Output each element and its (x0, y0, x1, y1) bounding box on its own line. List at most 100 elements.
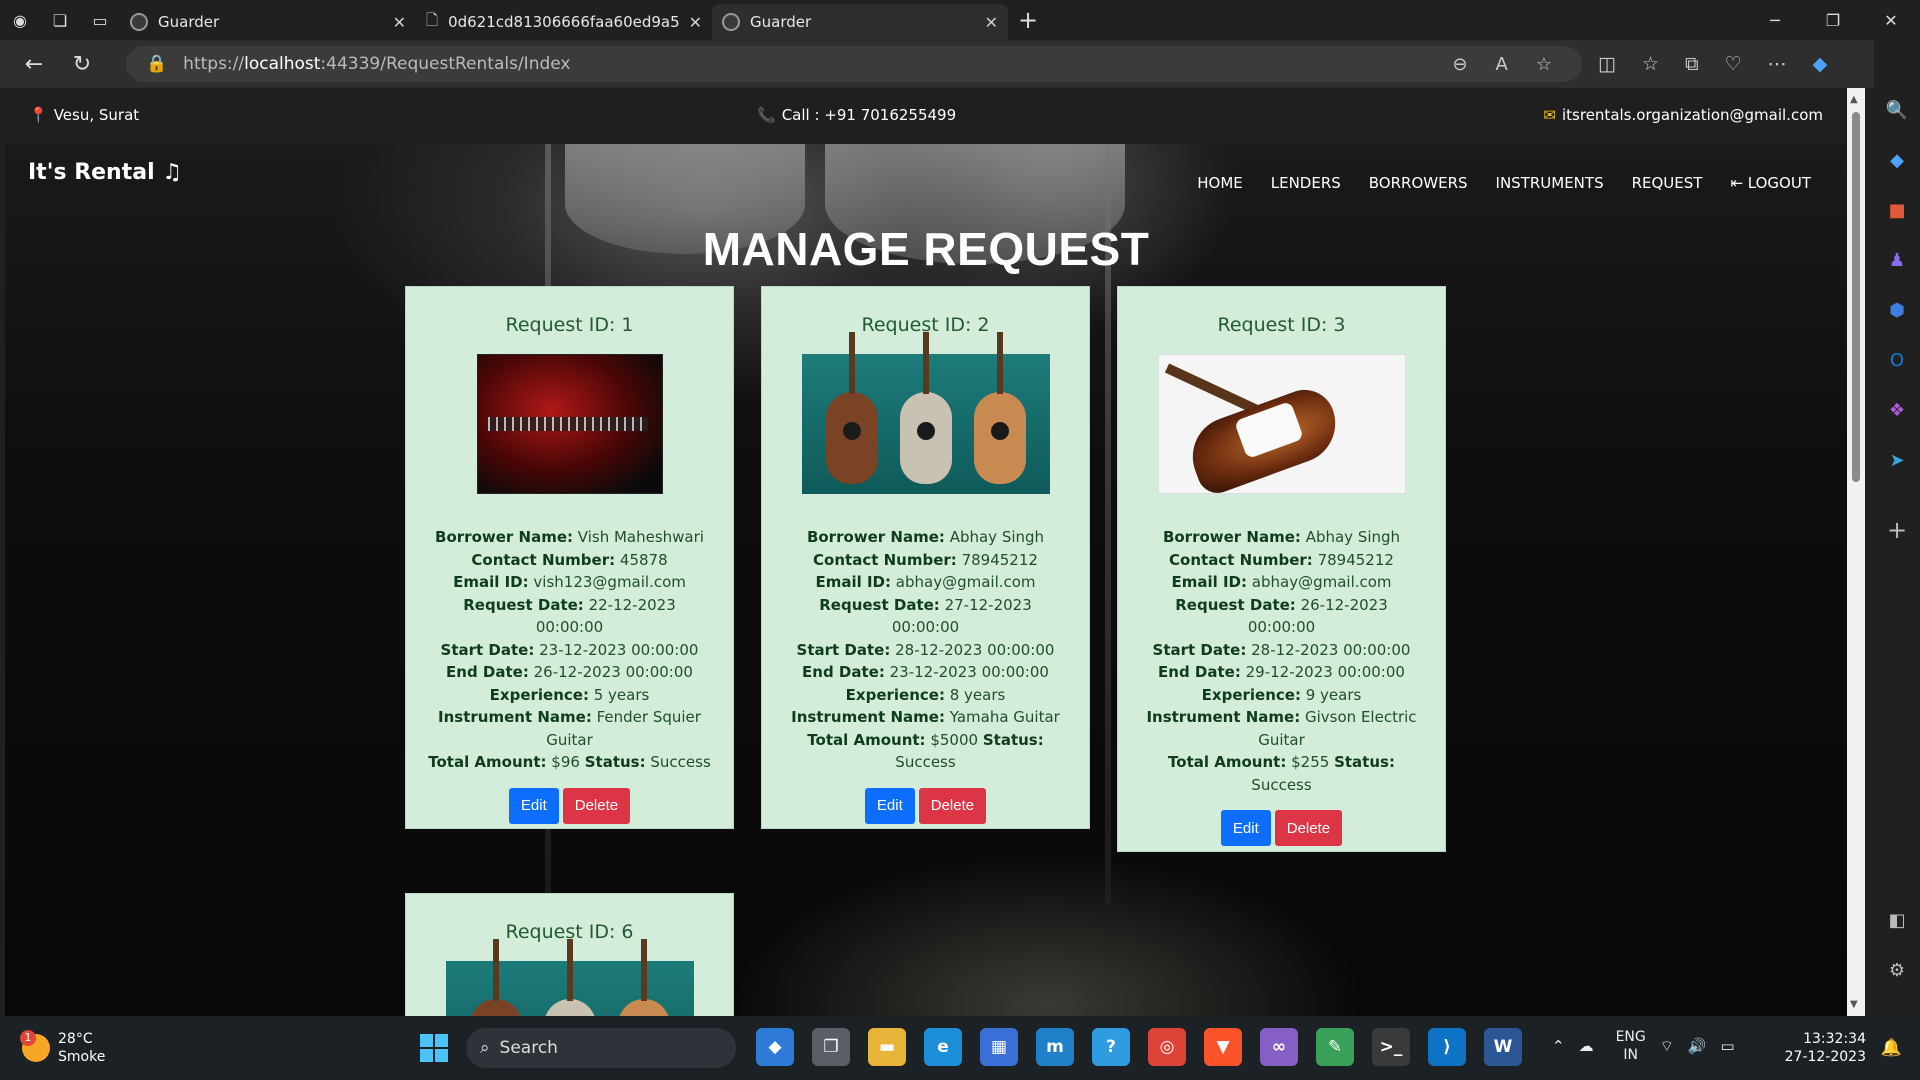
close-tab-icon[interactable]: ✕ (393, 13, 406, 32)
nav-lenders[interactable]: LENDERS (1271, 174, 1341, 192)
taskbar-search[interactable]: ⌕ Search (466, 1028, 736, 1068)
guitar-shape (825, 332, 878, 484)
battery-icon[interactable]: ▭ (1721, 1037, 1735, 1055)
settings-icon[interactable]: ⚙ (1883, 956, 1911, 984)
app-vscode-icon[interactable]: ⟩ (1428, 1028, 1466, 1066)
sidebar-toggle-icon[interactable]: ◧ (1883, 906, 1911, 934)
app-visual-studio-icon[interactable]: ∞ (1260, 1028, 1298, 1066)
nav-borrowers[interactable]: BORROWERS (1369, 174, 1468, 192)
back-icon[interactable]: ← (10, 40, 58, 88)
onedrive-icon[interactable]: ☁ (1579, 1037, 1594, 1055)
app-mysql-icon[interactable]: m (1036, 1028, 1074, 1066)
delete-button[interactable]: Delete (1274, 810, 1343, 846)
split-screen-icon[interactable]: ◫ (1598, 53, 1616, 75)
tab-guarder-1[interactable]: Guarder ✕ (120, 4, 416, 40)
zoom-icon[interactable]: ⊖ (1452, 54, 1467, 75)
contact-number: 78945212 (961, 550, 1038, 569)
edit-button[interactable]: Edit (864, 787, 915, 824)
logout-icon: ⇤ (1730, 174, 1748, 192)
tab-title: Guarder (158, 13, 220, 31)
app-file-explorer-icon[interactable]: ▬ (868, 1028, 906, 1066)
location-pin-icon: 📍 (29, 106, 48, 124)
send-icon[interactable]: ➤ (1883, 446, 1911, 474)
weather-widget[interactable]: 1 28°C Smoke (20, 1030, 105, 1066)
shopping-icon[interactable]: ◆ (1883, 146, 1911, 174)
scroll-up-icon[interactable]: ▲ (1850, 94, 1858, 105)
lock-icon: 🔒 (146, 54, 168, 74)
app-edge-icon[interactable]: e (924, 1028, 962, 1066)
copilot-side-icon[interactable]: ⬢ (1883, 296, 1911, 324)
app-brave-icon[interactable]: ▼ (1204, 1028, 1242, 1066)
page-scrollbar[interactable]: ▲ ▼ (1847, 88, 1865, 1016)
copilot-icon[interactable]: ◆ (1813, 53, 1828, 75)
borrower-name: Vish Maheshwari (577, 528, 704, 546)
volume-icon[interactable]: 🔊 (1688, 1037, 1707, 1055)
app-paint-icon[interactable]: ✎ (1316, 1028, 1354, 1066)
delete-button[interactable]: Delete (562, 787, 631, 824)
more-icon[interactable]: ⋯ (1768, 53, 1787, 75)
site-brand[interactable]: It's Rental ♫ (28, 160, 182, 185)
app-word-icon[interactable]: W (1484, 1028, 1522, 1066)
new-tab-icon[interactable]: + (1008, 0, 1048, 40)
end-date: 26-12-2023 00:00:00 (533, 663, 693, 681)
instrument-image (476, 354, 663, 494)
edit-button[interactable]: Edit (1220, 810, 1271, 846)
tools-icon[interactable]: ■ (1883, 196, 1911, 224)
minimize-icon[interactable]: ─ (1746, 0, 1804, 40)
tab-file[interactable]: 🗋 0d621cd81306666faa60ed9a5ed ✕ (416, 4, 712, 40)
app-help-icon[interactable]: ? (1092, 1028, 1130, 1066)
notification-bell-icon[interactable]: 🔔 (1881, 1038, 1902, 1058)
favorites-icon[interactable]: ☆ (1642, 53, 1659, 75)
tab-actions-icon[interactable]: ▭ (80, 0, 120, 40)
profile-icon[interactable]: ◉ (0, 0, 40, 40)
status: Success (895, 753, 956, 771)
read-aloud-icon[interactable]: A (1496, 54, 1508, 75)
language-indicator[interactable]: ENG IN (1616, 1028, 1646, 1064)
wifi-icon[interactable]: ⌔ (1660, 1037, 1674, 1056)
designer-icon[interactable]: ❖ (1883, 396, 1911, 424)
refresh-icon[interactable]: ↻ (58, 40, 106, 88)
email-id: abhay@gmail.com (895, 573, 1036, 591)
location-info: 📍 Vesu, Surat (29, 106, 139, 124)
start-date: 28-12-2023 00:00:00 (1251, 640, 1411, 659)
app-terminal-icon[interactable]: >_ (1372, 1028, 1410, 1066)
system-clock[interactable]: 13:32:34 27-12-2023 (1785, 1030, 1866, 1066)
nav-request[interactable]: REQUEST (1632, 174, 1703, 192)
windows-taskbar: 1 28°C Smoke ⌕ Search ◆ ❐ ▬ e ▦ m ? ◎ ▼ ∞… (0, 1016, 1920, 1080)
nav-home[interactable]: HOME (1197, 174, 1243, 192)
games-icon[interactable]: ♟ (1883, 246, 1911, 274)
search-icon[interactable]: 🔍 (1883, 96, 1911, 124)
favorite-star-icon[interactable]: ☆ (1536, 54, 1552, 75)
clock-date: 27-12-2023 (1784, 1049, 1866, 1065)
delete-button[interactable]: Delete (918, 787, 987, 824)
outlook-icon[interactable]: O (1883, 346, 1911, 374)
close-tab-icon[interactable]: ✕ (689, 13, 702, 32)
app-copilot-icon[interactable]: ◆ (756, 1028, 794, 1066)
edit-button[interactable]: Edit (508, 787, 559, 824)
collections-icon[interactable]: ⧉ (1685, 53, 1699, 75)
nav-logout[interactable]: ⇤ LOGOUT (1730, 174, 1811, 192)
chevron-up-icon[interactable]: ⌃ (1552, 1037, 1565, 1055)
request-details: Borrower Name: Vish Maheshwari Contact N… (428, 528, 711, 771)
nav-instruments[interactable]: INSTRUMENTS (1496, 174, 1604, 192)
restore-icon[interactable]: ❐ (1804, 0, 1862, 40)
app-taskview-icon[interactable]: ❐ (812, 1028, 850, 1066)
request-card: Request ID: 1 Borrower Name: Vish Mahesh… (405, 286, 734, 829)
tab-guarder-active[interactable]: Guarder ✕ (712, 4, 1008, 40)
add-icon[interactable]: + (1883, 516, 1911, 544)
instrument-image (1157, 354, 1406, 499)
page-viewport: 📍 Vesu, Surat 📞 Call : +91 7016255499 ✉ its… (5, 88, 1847, 1016)
scrollbar-thumb[interactable] (1852, 112, 1860, 482)
url-icons: ⊖ A ☆ (1452, 54, 1552, 75)
workspaces-icon[interactable]: ❏ (40, 0, 80, 40)
url-field[interactable]: 🔒 https://localhost:44339/RequestRentals… (126, 46, 1582, 82)
app-store-icon[interactable]: ▦ (980, 1028, 1018, 1066)
close-tab-icon[interactable]: ✕ (985, 13, 998, 32)
app-chrome-icon[interactable]: ◎ (1148, 1028, 1186, 1066)
close-window-icon[interactable]: ✕ (1862, 0, 1920, 40)
guitar-shape (973, 332, 1026, 484)
health-icon[interactable]: ♡ (1725, 53, 1742, 75)
scroll-down-icon[interactable]: ▼ (1850, 999, 1858, 1010)
call-text: Call : +91 7016255499 (781, 106, 957, 124)
windows-start-icon[interactable] (420, 1034, 448, 1062)
